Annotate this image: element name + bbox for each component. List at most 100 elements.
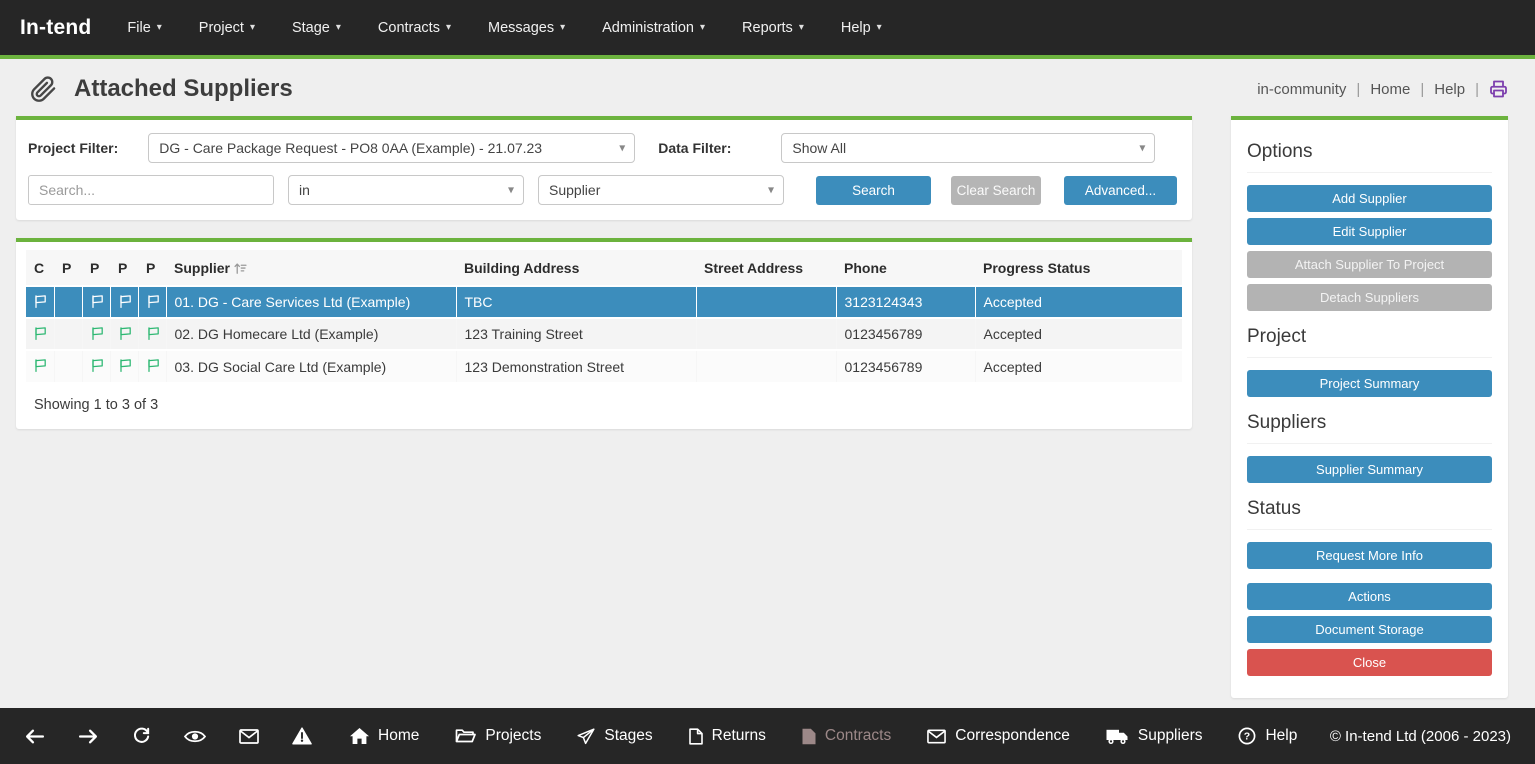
sort-amount-icon[interactable] bbox=[233, 261, 248, 276]
col-header-phone[interactable]: Phone bbox=[836, 250, 975, 286]
menu-contracts[interactable]: Contracts▾ bbox=[378, 20, 451, 36]
close-button[interactable]: Close bbox=[1247, 649, 1492, 676]
breadcrumb-links: in-community Home Help bbox=[1257, 80, 1508, 98]
chevron-down-icon: ▾ bbox=[877, 23, 882, 33]
menu-messages[interactable]: Messages▾ bbox=[488, 20, 565, 36]
svg-text:?: ? bbox=[1244, 731, 1250, 743]
refresh-icon[interactable] bbox=[132, 727, 151, 746]
project-filter-value: DG - Care Package Request - PO8 0AA (Exa… bbox=[159, 140, 542, 156]
flag-cell-p bbox=[110, 318, 138, 350]
menu-label: Stage bbox=[292, 20, 330, 36]
menu-reports[interactable]: Reports ▾ bbox=[742, 20, 804, 36]
footer-nav-label: Suppliers bbox=[1138, 727, 1203, 745]
footer-nav-returns[interactable]: Returns bbox=[689, 727, 766, 745]
flag-cell-p bbox=[138, 286, 166, 318]
col-header-p3[interactable]: P bbox=[110, 250, 138, 286]
flag-icon bbox=[118, 358, 133, 373]
flag-icon bbox=[33, 326, 48, 341]
col-header-supplier[interactable]: Supplier bbox=[166, 250, 456, 286]
flag-cell-p bbox=[138, 350, 166, 382]
chevron-down-icon: ▾ bbox=[157, 23, 162, 33]
project-filter-select[interactable]: DG - Care Package Request - PO8 0AA (Exa… bbox=[148, 133, 635, 163]
data-filter-select[interactable]: Show All bbox=[781, 133, 1155, 163]
page-title: Attached Suppliers bbox=[74, 75, 293, 103]
search-in-select[interactable]: in bbox=[288, 175, 524, 205]
chevron-down-icon: ▾ bbox=[250, 23, 255, 33]
footer-nav-label: Returns bbox=[712, 727, 766, 745]
cell-status: Accepted bbox=[975, 318, 1182, 350]
actions-button[interactable]: Actions bbox=[1247, 583, 1492, 610]
menu-project[interactable]: Project▾ bbox=[199, 20, 255, 36]
app-logo[interactable]: In-tend bbox=[20, 16, 91, 40]
eye-icon[interactable] bbox=[184, 729, 206, 744]
advanced-button[interactable]: Advanced... bbox=[1064, 176, 1177, 205]
request-more-info-button[interactable]: Request More Info bbox=[1247, 542, 1492, 569]
file-contract-icon bbox=[802, 728, 816, 745]
col-header-label: Supplier bbox=[174, 260, 230, 276]
table-row-selected[interactable]: 01. DG - Care Services Ltd (Example) TBC… bbox=[26, 286, 1182, 318]
document-storage-button[interactable]: Document Storage bbox=[1247, 616, 1492, 643]
flag-cell-empty bbox=[54, 350, 82, 382]
top-menubar: In-tend File▾ Project▾ Stage▾ Contracts▾… bbox=[0, 0, 1535, 55]
link-in-community[interactable]: in-community bbox=[1257, 81, 1370, 98]
link-help[interactable]: Help bbox=[1434, 81, 1489, 98]
flag-cell-empty bbox=[54, 318, 82, 350]
col-header-status[interactable]: Progress Status bbox=[975, 250, 1182, 286]
cell-street bbox=[696, 286, 836, 318]
search-field-select[interactable]: Supplier bbox=[538, 175, 784, 205]
forward-arrow-icon[interactable] bbox=[78, 728, 99, 745]
footer-quick-icons bbox=[24, 727, 312, 746]
search-input[interactable] bbox=[28, 175, 274, 205]
cell-phone: 0123456789 bbox=[836, 350, 975, 382]
chevron-down-icon: ▾ bbox=[560, 23, 565, 33]
sidebar-section-status: Status Request More Info Actions Documen… bbox=[1247, 489, 1492, 676]
menu-file[interactable]: File▾ bbox=[127, 20, 161, 36]
cell-supplier: 02. DG Homecare Ltd (Example) bbox=[166, 318, 456, 350]
print-icon[interactable] bbox=[1489, 80, 1508, 98]
footer-nav-help[interactable]: ? Help bbox=[1238, 727, 1297, 745]
col-header-c[interactable]: C bbox=[26, 250, 54, 286]
menu-administration[interactable]: Administration▾ bbox=[602, 20, 705, 36]
add-supplier-button[interactable]: Add Supplier bbox=[1247, 185, 1492, 212]
col-header-p2[interactable]: P bbox=[82, 250, 110, 286]
search-button[interactable]: Search bbox=[816, 176, 931, 205]
cell-status: Accepted bbox=[975, 286, 1182, 318]
edit-supplier-button[interactable]: Edit Supplier bbox=[1247, 218, 1492, 245]
project-summary-button[interactable]: Project Summary bbox=[1247, 370, 1492, 397]
table-row[interactable]: 02. DG Homecare Ltd (Example) 123 Traini… bbox=[26, 318, 1182, 350]
footer-nav-suppliers[interactable]: Suppliers bbox=[1106, 727, 1203, 745]
attach-supplier-button[interactable]: Attach Supplier To Project bbox=[1247, 251, 1492, 278]
footer-nav-correspondence[interactable]: Correspondence bbox=[927, 727, 1070, 745]
content-columns: Project Filter: DG - Care Package Reques… bbox=[0, 116, 1535, 708]
envelope-icon[interactable] bbox=[239, 729, 259, 744]
footer-nav-label: Stages bbox=[604, 727, 652, 745]
page: In-tend File▾ Project▾ Stage▾ Contracts▾… bbox=[0, 0, 1535, 764]
footer-nav-contracts: Contracts bbox=[802, 727, 891, 745]
supplier-summary-button[interactable]: Supplier Summary bbox=[1247, 456, 1492, 483]
chevron-down-icon: ▾ bbox=[799, 23, 804, 33]
flag-cell-empty bbox=[54, 286, 82, 318]
chevron-down-icon: ▾ bbox=[336, 23, 341, 33]
footer-nav-stages[interactable]: Stages bbox=[577, 727, 652, 745]
table-row[interactable]: 03. DG Social Care Ltd (Example) 123 Dem… bbox=[26, 350, 1182, 382]
menu-help[interactable]: Help▾ bbox=[841, 20, 882, 36]
footer-nav-projects[interactable]: Projects bbox=[455, 727, 541, 745]
menu-stage[interactable]: Stage ▾ bbox=[292, 20, 341, 36]
cell-building: 123 Training Street bbox=[456, 318, 696, 350]
clear-search-button[interactable]: Clear Search bbox=[951, 176, 1041, 205]
back-arrow-icon[interactable] bbox=[24, 728, 45, 745]
warning-icon[interactable] bbox=[292, 727, 312, 745]
menu-label: Contracts bbox=[378, 20, 440, 36]
col-header-p1[interactable]: P bbox=[54, 250, 82, 286]
menu-label: Reports bbox=[742, 20, 793, 36]
footer-nav-home[interactable]: Home bbox=[350, 727, 419, 745]
col-header-p4[interactable]: P bbox=[138, 250, 166, 286]
link-home[interactable]: Home bbox=[1370, 81, 1434, 98]
col-header-street[interactable]: Street Address bbox=[696, 250, 836, 286]
search-field-value: Supplier bbox=[549, 182, 600, 198]
folder-open-icon bbox=[455, 728, 476, 744]
filter-row-search: in Supplier Search Clear Search Advanced… bbox=[28, 175, 1180, 205]
col-header-building[interactable]: Building Address bbox=[456, 250, 696, 286]
table-header-row: C P P P P Supplier bbox=[26, 250, 1182, 286]
detach-suppliers-button[interactable]: Detach Suppliers bbox=[1247, 284, 1492, 311]
